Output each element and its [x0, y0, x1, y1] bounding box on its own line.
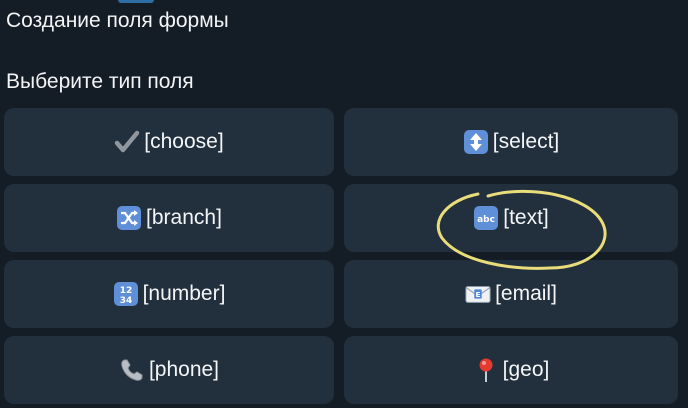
abc-input-icon: abc	[473, 205, 499, 231]
svg-text:E: E	[476, 290, 481, 299]
envelope-icon: E	[465, 281, 491, 307]
shuffle-icon	[116, 205, 142, 231]
round-pushpin-icon	[473, 357, 499, 383]
email-button[interactable]: E [email]	[344, 260, 678, 328]
svg-text:34: 34	[119, 296, 132, 306]
check-mark-icon	[114, 129, 140, 155]
email-button-label: [email]	[495, 282, 557, 305]
choose-button-label: [choose]	[144, 130, 224, 153]
geo-button[interactable]: [geo]	[344, 336, 678, 404]
phone-button[interactable]: [phone]	[4, 336, 334, 404]
page-title: Создание поля формы	[6, 9, 229, 32]
number-button[interactable]: 12 34 [number]	[4, 260, 334, 328]
numbers-1234-icon: 12 34	[113, 281, 139, 307]
inline-keyboard: [choose] [select] [branch] abc [text] 12…	[4, 108, 678, 404]
geo-button-label: [geo]	[502, 358, 550, 381]
choose-button[interactable]: [choose]	[4, 108, 334, 176]
select-button[interactable]: [select]	[344, 108, 678, 176]
svg-text:abc: abc	[477, 215, 495, 225]
select-button-label: [select]	[492, 130, 560, 153]
up-down-arrow-icon	[463, 129, 489, 155]
svg-text:12: 12	[119, 286, 132, 296]
phone-button-label: [phone]	[148, 358, 220, 381]
number-button-label: [number]	[142, 282, 226, 305]
text-button-label: [text]	[503, 206, 549, 229]
telephone-receiver-icon	[119, 357, 145, 383]
text-button[interactable]: abc [text]	[344, 184, 678, 252]
top-accent-bar	[118, 0, 154, 3]
field-type-prompt: Выберите тип поля	[6, 70, 194, 93]
branch-button-label: [branch]	[146, 206, 222, 229]
branch-button[interactable]: [branch]	[4, 184, 334, 252]
